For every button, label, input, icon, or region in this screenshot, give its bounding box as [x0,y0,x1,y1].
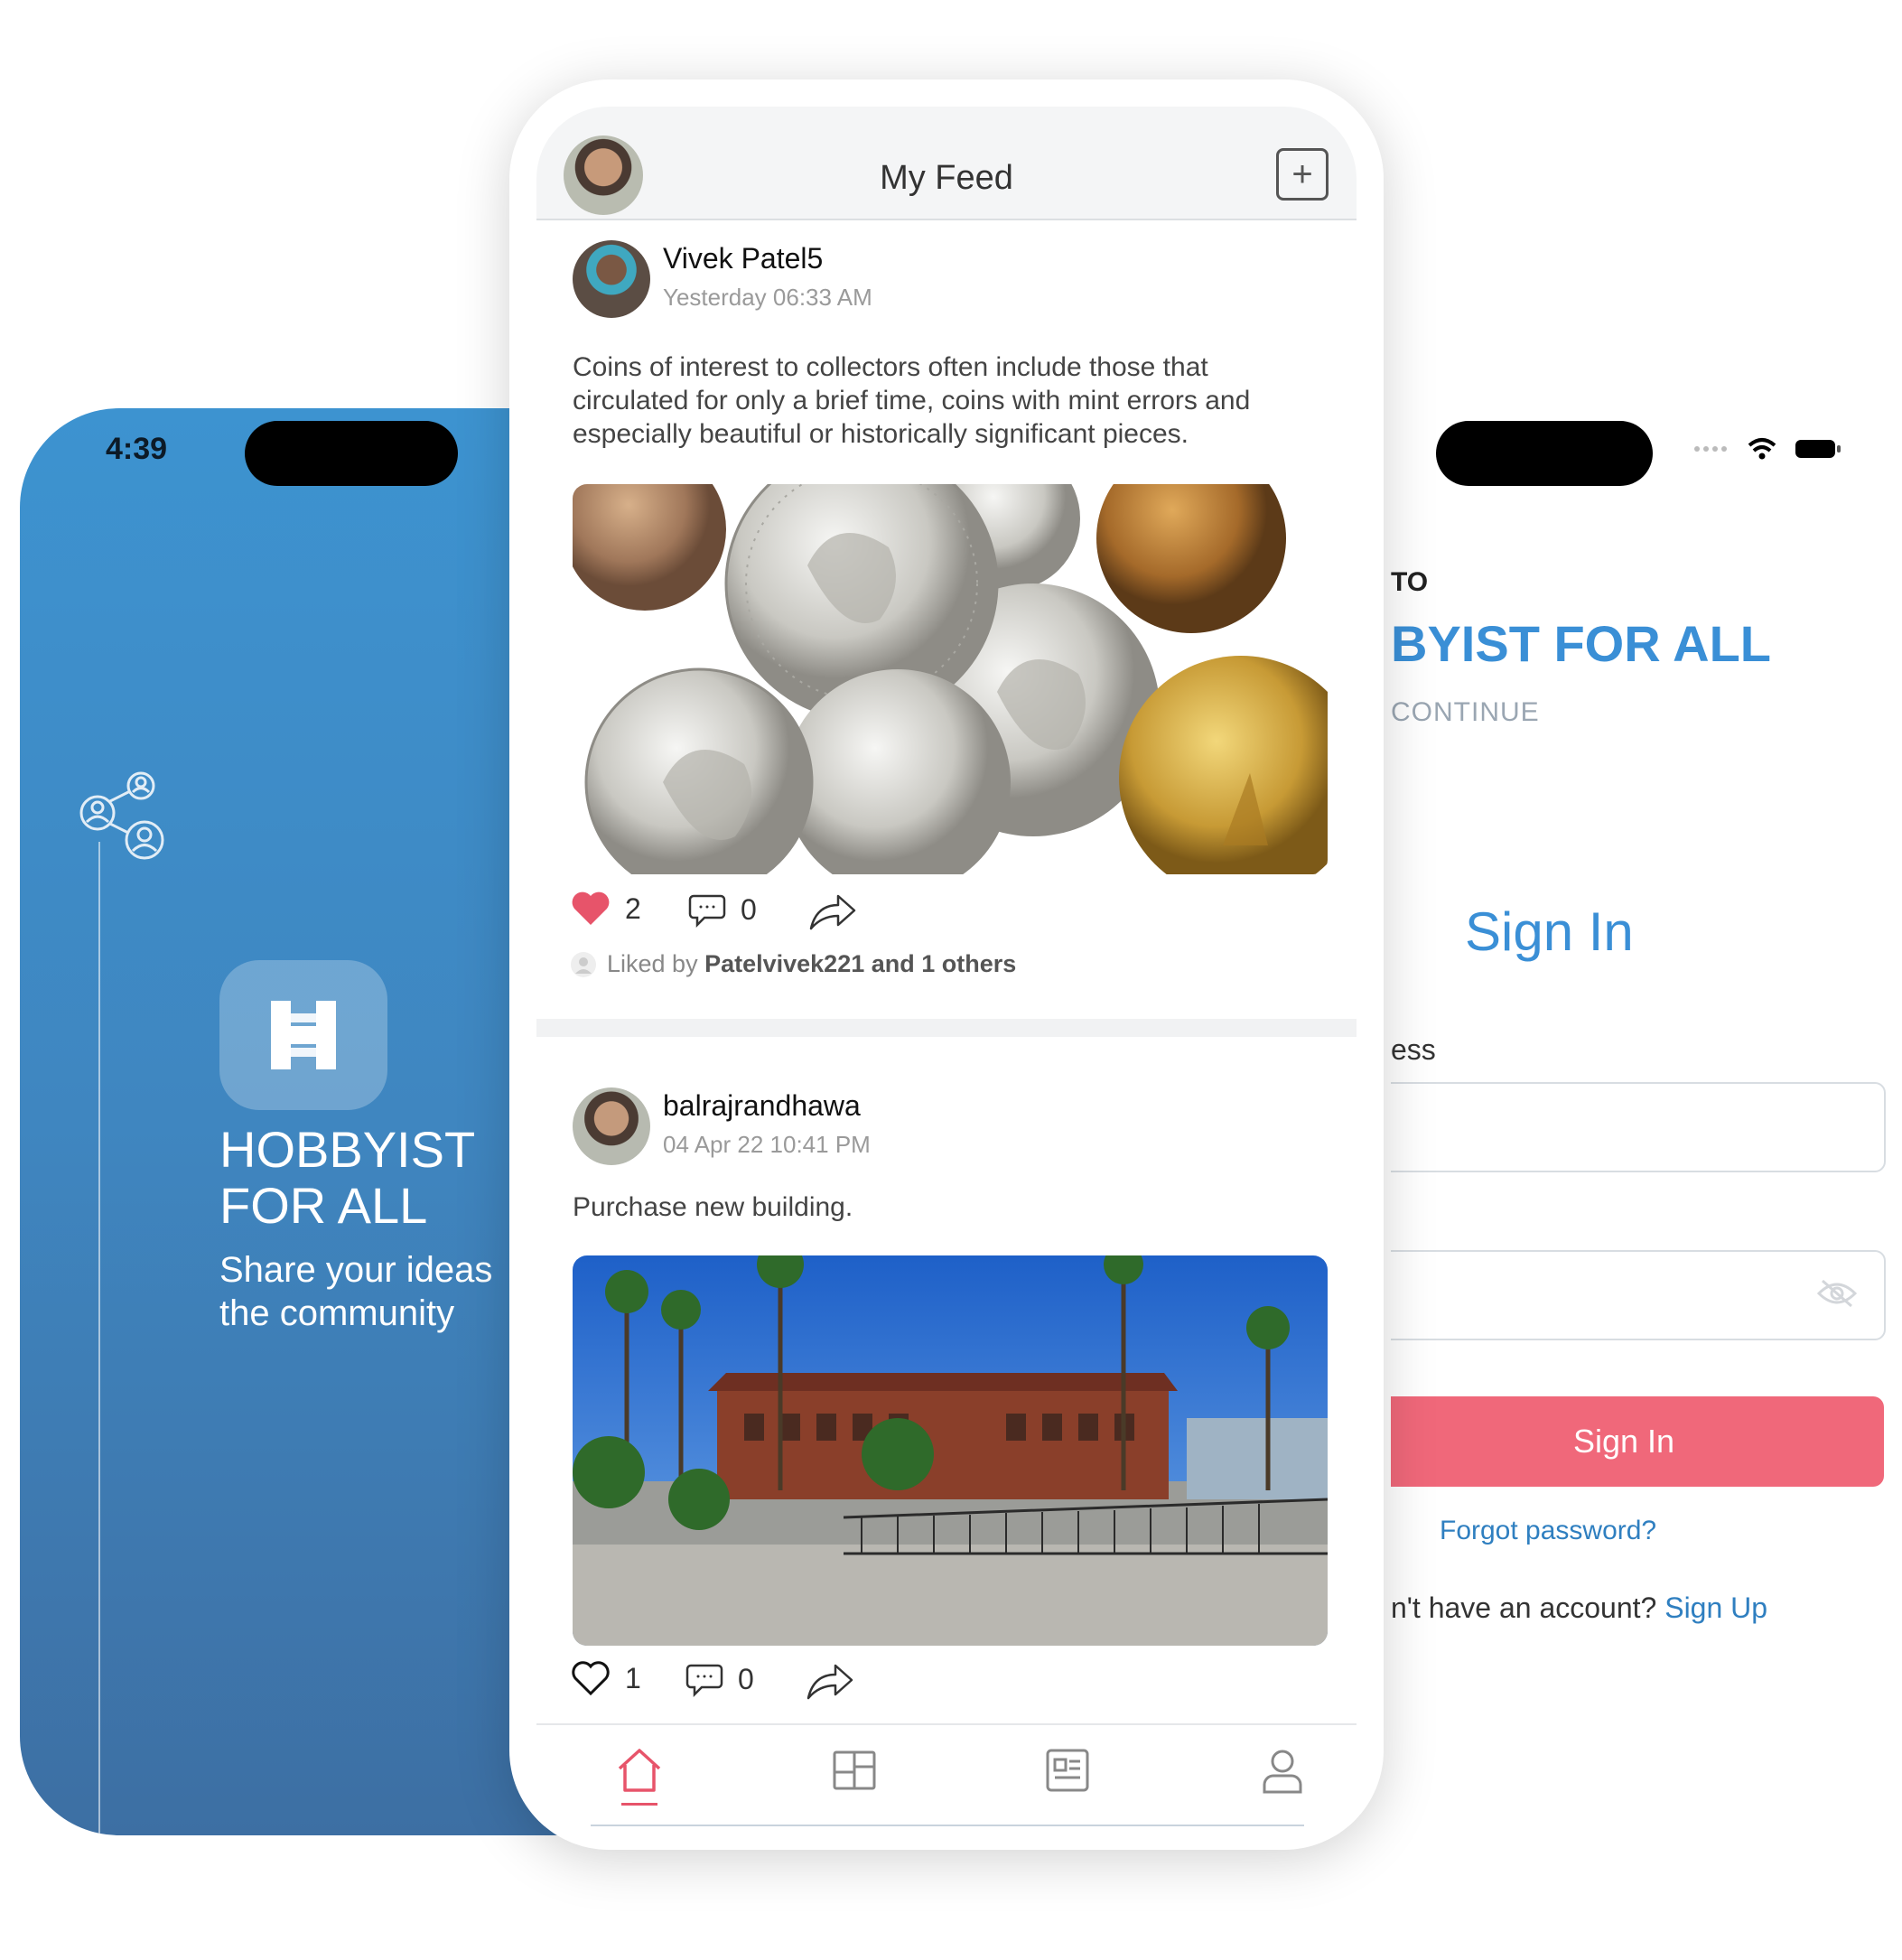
decorative-line [98,842,100,1835]
battery-icon [1795,440,1841,458]
home-indicator [591,1825,1304,1826]
eye-off-icon[interactable] [1817,1279,1857,1308]
status-bar [1693,437,1841,461]
post-author-avatar[interactable] [573,240,650,318]
like-button[interactable]: 2 [571,891,641,927]
post-author-name[interactable]: balrajrandhawa [663,1089,861,1123]
dynamic-island [1436,421,1653,486]
post-author-name[interactable]: Vivek Patel5 [663,242,823,275]
coins-image [573,484,1328,874]
share-icon[interactable] [805,1662,855,1702]
feed-screen: My Feed + Vivek Patel5 Yesterday 06:33 A… [509,79,1384,1850]
post-divider [536,1019,1357,1037]
like-button[interactable]: 1 [571,1660,641,1696]
email-label: ess [1391,1033,1436,1066]
email-input[interactable] [1391,1082,1886,1172]
network-icon [79,771,164,860]
post-timestamp: 04 Apr 22 10:41 PM [663,1131,871,1158]
wifi-icon [1748,438,1776,460]
signin-button[interactable]: Sign In [1391,1396,1884,1487]
continue-text: CONTINUE [1391,697,1540,727]
comment-button[interactable]: 0 [685,1660,754,1698]
news-icon[interactable] [1040,1743,1095,1797]
brand-title: BYIST FOR ALL [1391,615,1772,672]
signal-icon [1694,446,1727,452]
comment-icon [688,894,726,929]
share-icon[interactable] [807,892,858,932]
add-post-button[interactable]: + [1276,148,1329,201]
grid-icon[interactable] [827,1743,881,1797]
comment-icon [685,1664,723,1698]
post-image-coins[interactable] [573,484,1328,874]
status-time: 4:39 [106,432,168,466]
signup-row: n't have an account? Sign Up [1391,1591,1767,1625]
liked-by-prefix: Liked by [607,950,705,977]
home-icon[interactable] [612,1743,667,1797]
h-logo-icon [271,1001,336,1069]
mini-avatar-icon [571,951,596,977]
post-author-avatar[interactable] [573,1087,650,1165]
like-count: 2 [625,891,641,925]
comment-count: 0 [738,1662,754,1695]
building-image [573,1255,1328,1646]
page-title: My Feed [880,159,1013,197]
signup-link[interactable]: Sign Up [1664,1591,1767,1624]
liked-by[interactable]: Liked by Patelvivek221 and 1 others [571,950,1016,978]
welcome-text: TO [1391,567,1429,597]
forgot-password-link[interactable]: Forgot password? [1440,1516,1656,1546]
post-image-building[interactable] [573,1255,1328,1646]
heart-filled-icon [572,891,610,925]
dynamic-island [245,421,458,486]
post-text: Purchase new building. [573,1192,853,1222]
signin-screen: TO BYIST FOR ALL CONTINUE Sign In ess Si… [1391,408,1902,1853]
signin-heading: Sign In [1465,901,1634,962]
no-account-text: n't have an account? [1391,1591,1665,1624]
heart-outline-icon [572,1661,610,1696]
comment-button[interactable]: 0 [688,891,757,929]
like-count: 1 [625,1661,641,1694]
post-timestamp: Yesterday 06:33 AM [663,284,872,311]
active-tab-indicator [621,1803,657,1806]
password-input[interactable] [1391,1250,1886,1340]
liked-by-names: Patelvivek221 and 1 others [704,950,1017,977]
bottom-tab-bar [536,1723,1357,1826]
profile-icon[interactable] [1255,1743,1310,1797]
post-text: Coins of interest to collectors often in… [573,352,1251,449]
comment-count: 0 [741,892,757,926]
app-logo [219,960,387,1110]
